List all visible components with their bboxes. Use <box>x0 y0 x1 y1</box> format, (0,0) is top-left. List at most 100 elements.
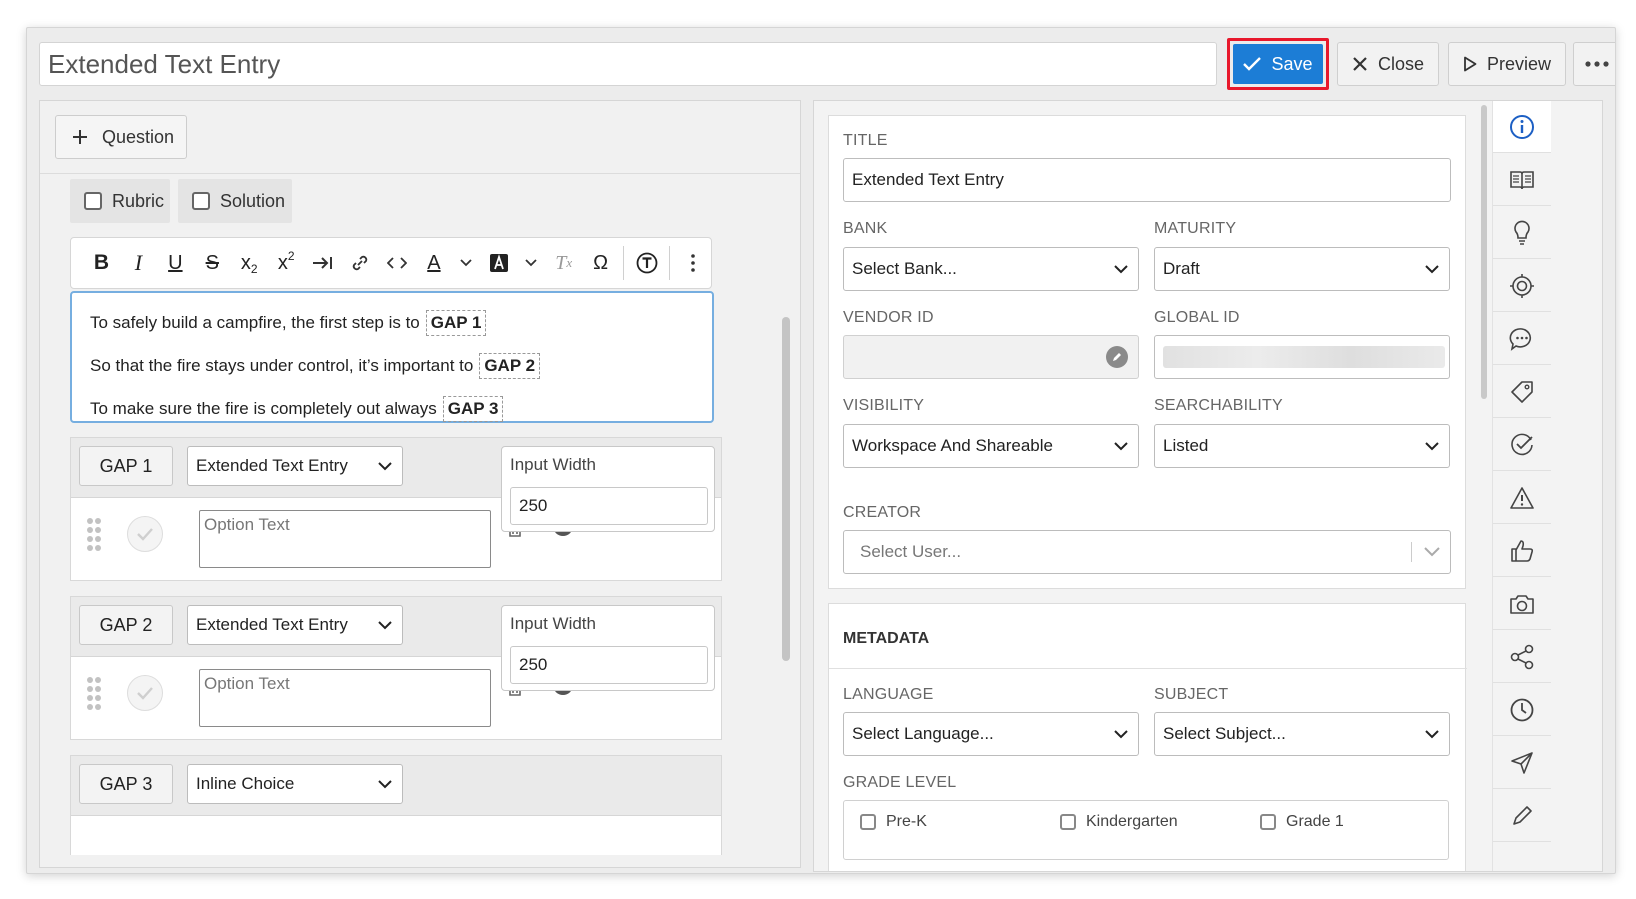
chevron-down-icon <box>1425 729 1439 738</box>
gap-placeholder[interactable]: GAP 3 <box>442 395 504 422</box>
indent-button[interactable] <box>305 246 342 280</box>
input-width-popup: Input Width 250 <box>501 605 715 691</box>
highlight-color-button[interactable] <box>480 246 517 280</box>
input-width-field[interactable]: 250 <box>510 487 708 525</box>
question-text-editor[interactable]: To safely build a campfire, the first st… <box>70 291 714 423</box>
gap-type-select[interactable]: Inline Choice <box>187 764 403 804</box>
drag-handle[interactable] <box>87 677 101 711</box>
code-button[interactable] <box>379 246 416 280</box>
rubric-toggle[interactable]: Rubric <box>70 179 170 223</box>
subject-value: Select Subject... <box>1163 724 1286 743</box>
link-button[interactable] <box>342 246 379 280</box>
rail-review[interactable] <box>1493 419 1551 471</box>
editor-line: To safely build a campfire, the first st… <box>90 301 694 344</box>
gap-label-button[interactable]: GAP 1 <box>79 446 173 486</box>
grade-checkbox[interactable] <box>860 814 876 830</box>
warning-icon <box>1510 486 1534 509</box>
language-select[interactable]: Select Language... <box>843 712 1139 756</box>
rail-tags[interactable] <box>1493 366 1551 418</box>
link-icon <box>352 255 368 271</box>
book-icon <box>1510 170 1534 189</box>
panel-divider <box>40 173 800 174</box>
more-vertical-icon <box>690 254 695 272</box>
title-field[interactable]: Extended Text Entry <box>843 158 1451 202</box>
rail-send[interactable] <box>1493 737 1551 789</box>
gap-placeholder[interactable]: GAP 1 <box>425 309 487 336</box>
question-scrollbar[interactable] <box>778 175 792 855</box>
highlight-color-dropdown[interactable] <box>517 246 545 280</box>
more-options-button[interactable] <box>1573 42 1615 86</box>
toolbar-more-button[interactable] <box>674 246 711 280</box>
searchability-select[interactable]: Listed <box>1154 424 1450 468</box>
mark-correct-button[interactable] <box>127 516 163 552</box>
mark-correct-button[interactable] <box>127 675 163 711</box>
font-color-button[interactable]: A <box>415 246 452 280</box>
save-button[interactable]: Save <box>1233 44 1323 84</box>
clear-format-button[interactable]: Tx <box>545 246 582 280</box>
rail-target[interactable] <box>1493 260 1551 312</box>
bold-button[interactable]: B <box>83 246 120 280</box>
grade-option[interactable]: Kindergarten <box>1060 813 1178 831</box>
gap-label-button[interactable]: GAP 3 <box>79 764 173 804</box>
drag-handle[interactable] <box>87 518 101 552</box>
rail-info[interactable] <box>1493 101 1551 153</box>
rail-book[interactable] <box>1493 154 1551 206</box>
pencil-icon[interactable] <box>1106 346 1128 368</box>
grade-option[interactable]: Grade 1 <box>1260 813 1344 831</box>
superscript-button[interactable]: x2 <box>268 246 305 280</box>
preview-button[interactable]: Preview <box>1448 42 1566 86</box>
solution-checkbox[interactable] <box>192 192 210 210</box>
subject-select[interactable]: Select Subject... <box>1154 712 1450 756</box>
bank-select[interactable]: Select Bank... <box>843 247 1139 291</box>
chevron-down-icon <box>460 259 472 267</box>
close-button[interactable]: Close <box>1337 42 1439 86</box>
rail-feedback[interactable] <box>1493 525 1551 577</box>
item-title-input[interactable]: Extended Text Entry <box>39 42 1217 86</box>
question-scrollbar-thumb[interactable] <box>782 317 790 661</box>
special-char-button[interactable]: Ω <box>582 246 619 280</box>
solution-toggle[interactable]: Solution <box>178 179 292 223</box>
maturity-select[interactable]: Draft <box>1154 247 1450 291</box>
option-text-input[interactable]: Option Text <box>199 669 491 727</box>
text-template-button[interactable] <box>628 246 665 280</box>
rubric-checkbox[interactable] <box>84 192 102 210</box>
font-color-dropdown[interactable] <box>452 246 480 280</box>
creator-select[interactable]: Select User... <box>843 530 1451 574</box>
rail-history[interactable] <box>1493 684 1551 736</box>
vendor-id-field[interactable] <box>843 335 1139 379</box>
camera-icon <box>1510 594 1534 614</box>
add-question-button[interactable]: Question <box>55 115 187 159</box>
visibility-label: VISIBILITY <box>843 397 925 414</box>
italic-button[interactable]: I <box>120 246 157 280</box>
properties-scrollbar[interactable] <box>1478 101 1490 871</box>
underline-button[interactable]: U <box>157 246 194 280</box>
gap-label-button[interactable]: GAP 2 <box>79 605 173 645</box>
metadata-divider <box>829 668 1467 669</box>
language-label: LANGUAGE <box>843 686 934 703</box>
toolbar-separator <box>669 246 671 280</box>
rail-share[interactable] <box>1493 631 1551 683</box>
rail-edit[interactable] <box>1493 790 1551 842</box>
option-text-input[interactable]: Option Text <box>199 510 491 568</box>
visibility-select[interactable]: Workspace And Shareable <box>843 424 1139 468</box>
input-width-field[interactable]: 250 <box>510 646 708 684</box>
plus-icon <box>73 130 87 144</box>
visibility-value: Workspace And Shareable <box>852 436 1053 455</box>
grade-option[interactable]: Pre-K <box>860 813 927 831</box>
rail-comments[interactable] <box>1493 313 1551 365</box>
language-value: Select Language... <box>852 724 994 743</box>
rail-media[interactable] <box>1493 578 1551 630</box>
gap-type-select[interactable]: Extended Text Entry <box>187 605 403 645</box>
gap-placeholder[interactable]: GAP 2 <box>479 352 541 379</box>
properties-scrollbar-thumb[interactable] <box>1481 105 1487 399</box>
gap-type-select[interactable]: Extended Text Entry <box>187 446 403 486</box>
grade-checkbox[interactable] <box>1060 814 1076 830</box>
rail-hint[interactable] <box>1493 207 1551 259</box>
title-label: TITLE <box>843 132 888 149</box>
rail-warnings[interactable] <box>1493 472 1551 524</box>
subscript-button[interactable]: x2 <box>231 246 268 280</box>
grade-level-options: Pre-K Kindergarten Grade 1 <box>843 800 1449 860</box>
input-width-label: Input Width <box>510 455 596 474</box>
grade-checkbox[interactable] <box>1260 814 1276 830</box>
strikethrough-button[interactable]: S <box>194 246 231 280</box>
